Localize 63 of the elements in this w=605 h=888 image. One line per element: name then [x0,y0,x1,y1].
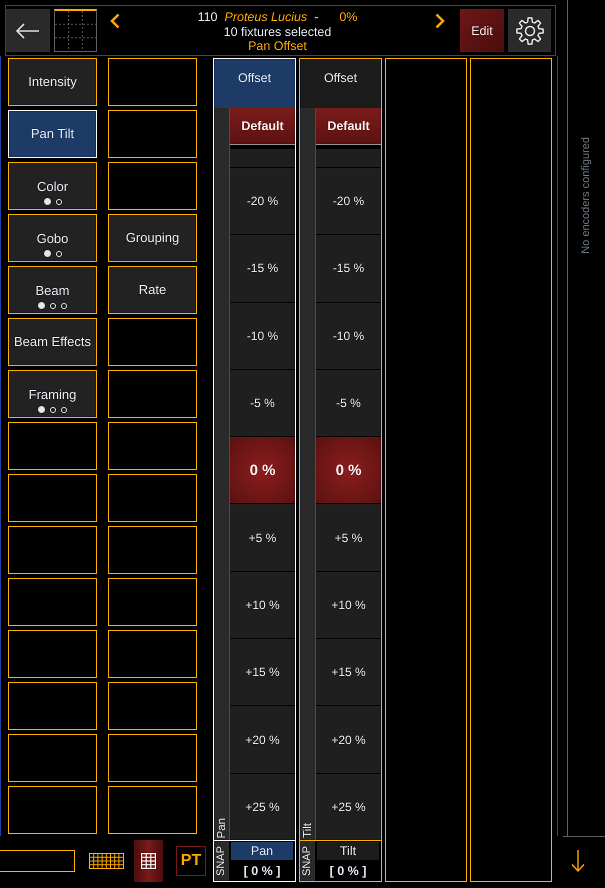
step-button[interactable]: 0 % [316,437,381,504]
step-button[interactable]: +15 % [230,639,295,706]
step-button[interactable]: +10 % [230,572,295,638]
keyboard-icon[interactable] [89,853,124,869]
command-input-field[interactable] [0,850,75,872]
column-header[interactable]: Offset [300,59,381,108]
step-button[interactable]: -5 % [230,370,295,436]
step-button[interactable]: +20 % [230,706,295,773]
category-button[interactable]: Grouping [108,214,197,262]
category-button[interactable]: Gobo [8,214,97,262]
snap-label[interactable]: SNAP [214,841,229,881]
step-button[interactable]: -20 % [230,168,295,234]
down-arrow-icon[interactable] [571,850,585,872]
step-button[interactable]: +25 % [316,774,381,840]
step-button[interactable]: 0 % [230,437,295,504]
axis-label: Pan [214,818,228,838]
step-button[interactable]: -5 % [316,370,381,436]
step-button[interactable]: +20 % [316,706,381,773]
fixture-name: Proteus Lucius [224,10,308,24]
settings-button[interactable] [508,9,551,52]
dashed-grid-icon [55,11,96,51]
value-readout: [ 0 % ] [328,862,368,880]
parameter-title: Pan Offset [248,39,307,54]
step-button[interactable]: +5 % [230,504,295,571]
snap-label[interactable]: SNAP [300,841,315,881]
step-button[interactable]: +10 % [316,572,381,638]
axis-label: Tilt [300,823,314,838]
category-button[interactable]: Rate [108,266,197,314]
back-button[interactable] [6,9,50,52]
category-button[interactable]: Intensity [8,58,97,106]
column-header[interactable]: Offset [214,59,295,108]
default-button[interactable]: Default [316,108,381,145]
step-button[interactable]: -20 % [316,168,381,234]
level-readout: 0% [339,10,358,24]
category-button[interactable]: Beam [8,266,97,314]
grid-icon [141,853,156,869]
default-button[interactable]: Default [230,108,295,145]
separator-dash: - [314,10,318,24]
category-button[interactable]: Pan Tilt [8,110,97,158]
category-button[interactable]: Beam Effects [8,318,97,366]
selection-count: 10 fixtures selected [224,24,332,39]
step-button[interactable]: +5 % [316,504,381,571]
grid-button[interactable] [134,840,163,882]
step-button[interactable]: -10 % [316,302,381,369]
pt-button[interactable]: PT [176,846,206,876]
no-encoders-message: No encoders configured [580,137,592,254]
chevron-left-icon[interactable] [110,13,120,29]
back-arrow-icon [16,22,40,38]
step-button[interactable]: -10 % [230,302,295,369]
parameter-name: Pan [231,842,293,860]
step-button[interactable]: +15 % [316,639,381,706]
step-button[interactable]: +25 % [230,774,295,840]
step-button[interactable]: -15 % [316,235,381,302]
parameter-name: Tilt [317,842,379,860]
category-button[interactable]: Framing [8,370,97,418]
settings-icon [514,16,544,46]
category-button[interactable]: Color [8,162,97,210]
value-readout: [ 0 % ] [242,862,282,880]
edit-button[interactable]: Edit [460,9,504,52]
layout-preview-button[interactable] [54,9,97,52]
chevron-right-icon[interactable] [435,13,445,29]
fixture-number: 110 [198,10,218,24]
step-button[interactable]: -15 % [230,235,295,302]
